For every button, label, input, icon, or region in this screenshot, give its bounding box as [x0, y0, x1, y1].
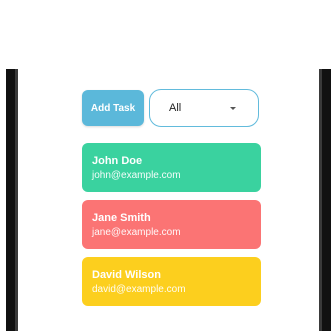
- contact-email: john@example.com: [92, 170, 181, 181]
- device-frame-right: [319, 69, 331, 331]
- contact-name: Jane Smith: [92, 212, 151, 224]
- contact-card-john-doe[interactable]: John Doe john@example.com: [82, 143, 261, 192]
- add-task-button[interactable]: Add Task: [82, 90, 144, 126]
- contact-email: jane@example.com: [92, 227, 181, 238]
- device-frame-left: [6, 69, 18, 331]
- add-task-label: Add Task: [90, 102, 136, 114]
- contact-card-jane-smith[interactable]: Jane Smith jane@example.com: [82, 200, 261, 249]
- toolbar: Add Task All: [82, 89, 262, 129]
- filter-select[interactable]: All: [149, 89, 259, 127]
- filter-selected-value: All: [169, 102, 182, 114]
- contact-name: John Doe: [92, 155, 143, 167]
- contact-email: david@example.com: [92, 284, 186, 295]
- chevron-down-icon: [230, 107, 236, 110]
- contact-card-david-wilson[interactable]: David Wilson david@example.com: [82, 257, 261, 306]
- contact-name: David Wilson: [92, 269, 161, 281]
- app-screen: Add Task All John Doe john@example.com J…: [0, 0, 331, 331]
